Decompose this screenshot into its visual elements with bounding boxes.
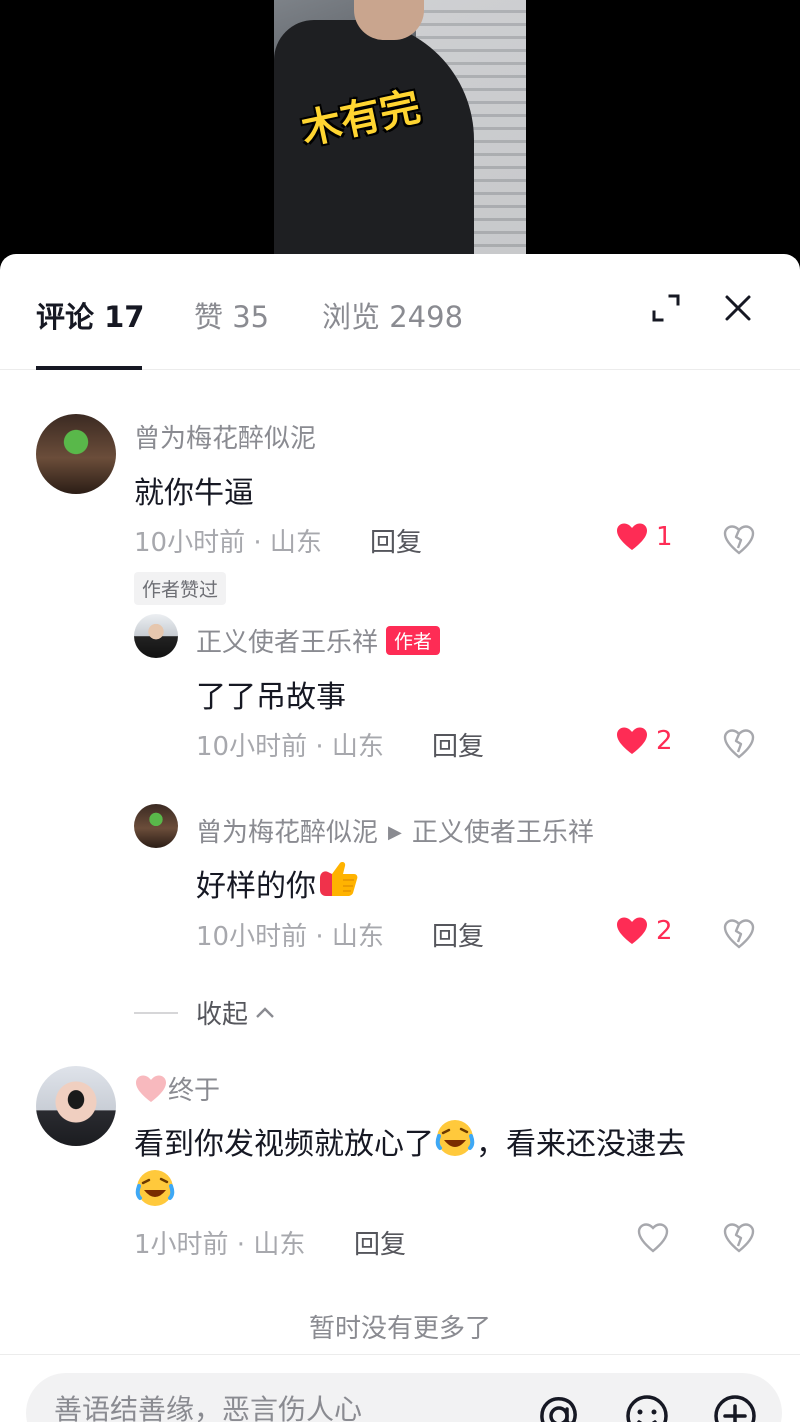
like-button[interactable]: 2 [616, 916, 673, 946]
avatar[interactable] [134, 804, 178, 848]
comment-sheet: 评论 17 赞 35 浏览 2498 曾为梅花醉似泥 就你牛逼 10小时前 · … [0, 254, 800, 1422]
mention-icon[interactable] [534, 1391, 584, 1422]
comment-text-line2 [134, 1168, 176, 1212]
thumbs-up-emoji-icon [320, 862, 358, 896]
reply-arrow-icon: ▶ [388, 822, 402, 843]
reply-username[interactable]: 正义使者王乐祥 作者 [196, 622, 441, 659]
expand-icon[interactable] [648, 290, 684, 326]
reply-username-text: 曾为梅花醉似泥 [196, 818, 379, 848]
like-button[interactable]: 1 [616, 522, 673, 552]
comment-time-location: 1小时前 · 山东 [134, 1230, 306, 1260]
close-icon[interactable] [720, 290, 756, 326]
rolling-laughing-emoji-icon [135, 1170, 175, 1206]
reply-text: 好样的你 [196, 860, 360, 905]
pink-heart-icon [136, 1075, 166, 1102]
comment-input-bar [0, 1354, 800, 1422]
comment-text: 看到你发视频就放心了 ，看来还没逮去 [134, 1118, 686, 1163]
reply-username[interactable]: 曾为梅花醉似泥 ▶ 正义使者王乐祥 [196, 812, 594, 849]
avatar[interactable] [36, 414, 116, 494]
heart-filled-icon [617, 917, 647, 944]
reply-button[interactable]: 回复 [354, 1224, 406, 1261]
no-more-comments-text: 暂时没有更多了 [308, 1314, 491, 1344]
add-icon[interactable] [710, 1391, 760, 1422]
reply-to-username[interactable]: 正义使者王乐祥 [412, 818, 594, 848]
dislike-icon[interactable] [723, 728, 755, 760]
comment-input-container[interactable] [26, 1373, 782, 1422]
comment-text-part: 看到你发视频就放心了 [134, 1127, 434, 1162]
comment-text: 就你牛逼 [134, 476, 254, 511]
tab-likes[interactable]: 赞 35 [194, 294, 269, 336]
author-badge: 作者 [386, 626, 441, 655]
like-button[interactable]: 2 [616, 726, 673, 756]
collapse-replies-button[interactable]: 收起 [134, 994, 276, 1031]
avatar[interactable] [134, 614, 178, 658]
tab-bar: 评论 17 赞 35 浏览 2498 [0, 254, 800, 370]
video-player[interactable]: 木有完 [0, 0, 800, 262]
dislike-icon[interactable] [723, 1222, 755, 1254]
collapse-divider [134, 1011, 178, 1014]
reply-time-location: 10小时前 · 山东 [196, 732, 384, 762]
reply-username-text: 正义使者王乐祥 [196, 628, 379, 658]
reply-text-content: 好样的你 [196, 869, 316, 904]
heart-outline-icon[interactable] [637, 1222, 669, 1254]
reply-button[interactable]: 回复 [370, 522, 422, 559]
tab-views[interactable]: 浏览 2498 [322, 294, 463, 336]
comment-time-location: 10小时前 · 山东 [134, 528, 322, 558]
reply-text: 了了吊故事 [196, 680, 346, 715]
reply-button[interactable]: 回复 [432, 916, 484, 953]
avatar[interactable] [36, 1066, 116, 1146]
comment-username-text: 终于 [168, 1076, 221, 1106]
tab-comments[interactable]: 评论 17 [36, 294, 144, 336]
comment-input[interactable] [54, 1393, 484, 1422]
like-count: 2 [656, 916, 673, 946]
reply-time-location: 10小时前 · 山东 [196, 922, 384, 952]
like-count: 2 [656, 726, 673, 756]
reply-button[interactable]: 回复 [432, 726, 484, 763]
comment-text-part: ，看来还没逮去 [476, 1127, 686, 1162]
author-liked-badge: 作者赞过 [134, 572, 227, 605]
dislike-icon[interactable] [723, 524, 755, 556]
chevron-up-icon [256, 1006, 274, 1018]
tab-active-indicator [36, 366, 142, 370]
comment-username[interactable]: 曾为梅花醉似泥 [134, 418, 316, 455]
dislike-icon[interactable] [723, 918, 755, 950]
comment-username[interactable]: 终于 [134, 1070, 220, 1107]
collapse-label: 收起 [196, 1000, 249, 1030]
like-count: 1 [656, 522, 673, 552]
heart-filled-icon [617, 727, 647, 754]
heart-filled-icon [617, 523, 647, 550]
rolling-laughing-emoji-icon [435, 1120, 475, 1156]
emoji-picker-icon[interactable] [622, 1391, 672, 1422]
